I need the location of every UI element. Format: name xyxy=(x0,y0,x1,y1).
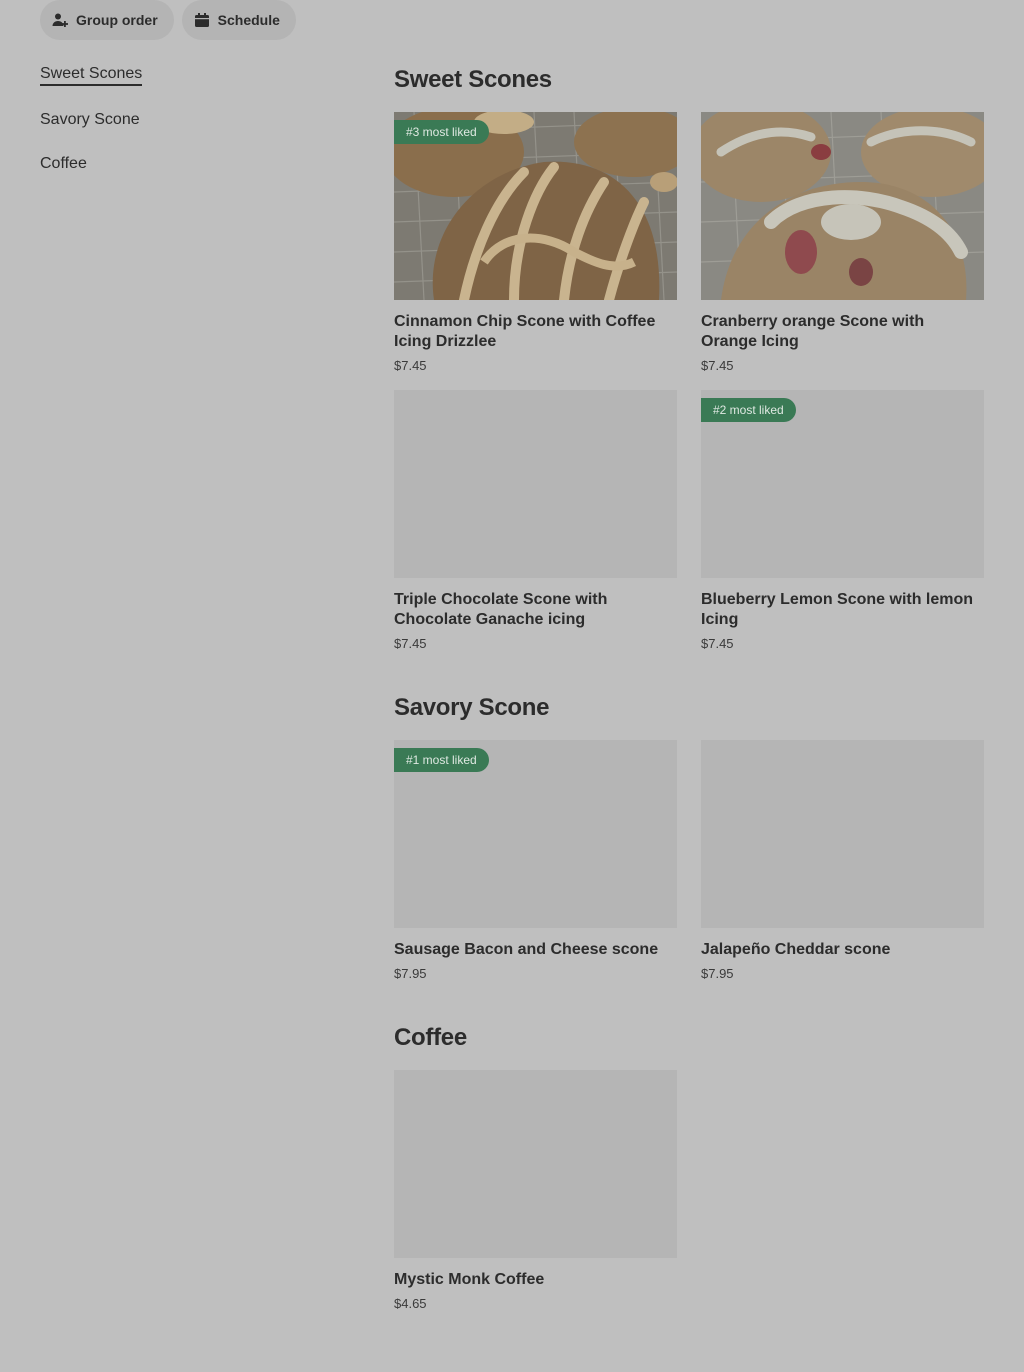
menu-item-card[interactable]: Cranberry orange Scone with Orange Icing… xyxy=(701,112,984,373)
menu-item-card[interactable]: Mystic Monk Coffee $4.65 xyxy=(394,1070,677,1311)
menu-item-card[interactable]: #2 most liked Blueberry Lemon Scone with… xyxy=(701,390,984,651)
menu-item-card[interactable]: #1 most liked Sausage Bacon and Cheese s… xyxy=(394,740,677,981)
item-name: Cranberry orange Scone with Orange Icing xyxy=(701,313,925,350)
item-photo-placeholder xyxy=(394,390,677,578)
add-person-icon xyxy=(52,12,68,28)
item-photo-placeholder: #1 most liked xyxy=(394,740,677,928)
nav-item-label: Savory Scone xyxy=(40,111,140,128)
nav-item-savory-scone[interactable]: Savory Scone xyxy=(40,110,140,130)
item-name: Cinnamon Chip Scone with Coffee Icing Dr… xyxy=(394,313,656,350)
nav-item-sweet-scones[interactable]: Sweet Scones xyxy=(40,64,143,86)
calendar-icon xyxy=(194,12,210,28)
item-photo xyxy=(701,112,984,300)
item-name: Triple Chocolate Scone with Chocolate Ga… xyxy=(394,591,608,628)
item-price: $7.45 xyxy=(701,358,734,373)
menu-item-card[interactable]: #3 most liked Cinnamon Chip Scone with C… xyxy=(394,112,677,373)
section-title-coffee: Coffee xyxy=(394,1024,467,1051)
nav-item-label: Coffee xyxy=(40,155,87,172)
item-name: Sausage Bacon and Cheese scone xyxy=(394,941,659,958)
section-title-sweet-scones: Sweet Scones xyxy=(394,66,552,93)
menu-item-card[interactable]: Jalapeño Cheddar scone $7.95 xyxy=(701,740,984,981)
schedule-button[interactable]: Schedule xyxy=(181,0,296,40)
item-price: $7.45 xyxy=(394,636,427,651)
item-photo-placeholder: #2 most liked xyxy=(701,390,984,578)
item-name: Mystic Monk Coffee xyxy=(394,1271,545,1288)
top-actions: Group order Schedule xyxy=(40,0,296,40)
section-title-savory-scone: Savory Scone xyxy=(394,694,550,721)
item-name: Jalapeño Cheddar scone xyxy=(701,941,891,958)
item-photo-placeholder xyxy=(701,740,984,928)
nav-item-label: Sweet Scones xyxy=(40,65,143,86)
scone-photo-icon xyxy=(701,112,984,300)
item-price: $7.45 xyxy=(701,636,734,651)
most-liked-badge: #3 most liked xyxy=(394,120,489,144)
most-liked-badge: #2 most liked xyxy=(701,398,796,422)
item-price: $7.95 xyxy=(701,966,734,981)
item-photo-placeholder xyxy=(394,1070,677,1258)
most-liked-badge: #1 most liked xyxy=(394,748,489,772)
group-order-label: Group order xyxy=(76,12,158,28)
item-price: $4.65 xyxy=(394,1296,427,1311)
nav-item-coffee[interactable]: Coffee xyxy=(40,154,87,174)
item-price: $7.95 xyxy=(394,966,427,981)
item-photo: #3 most liked xyxy=(394,112,677,300)
menu-item-card[interactable]: Triple Chocolate Scone with Chocolate Ga… xyxy=(394,390,677,651)
item-name: Blueberry Lemon Scone with lemon Icing xyxy=(701,591,974,628)
item-price: $7.45 xyxy=(394,358,427,373)
schedule-label: Schedule xyxy=(217,12,280,28)
group-order-button[interactable]: Group order xyxy=(40,0,174,40)
